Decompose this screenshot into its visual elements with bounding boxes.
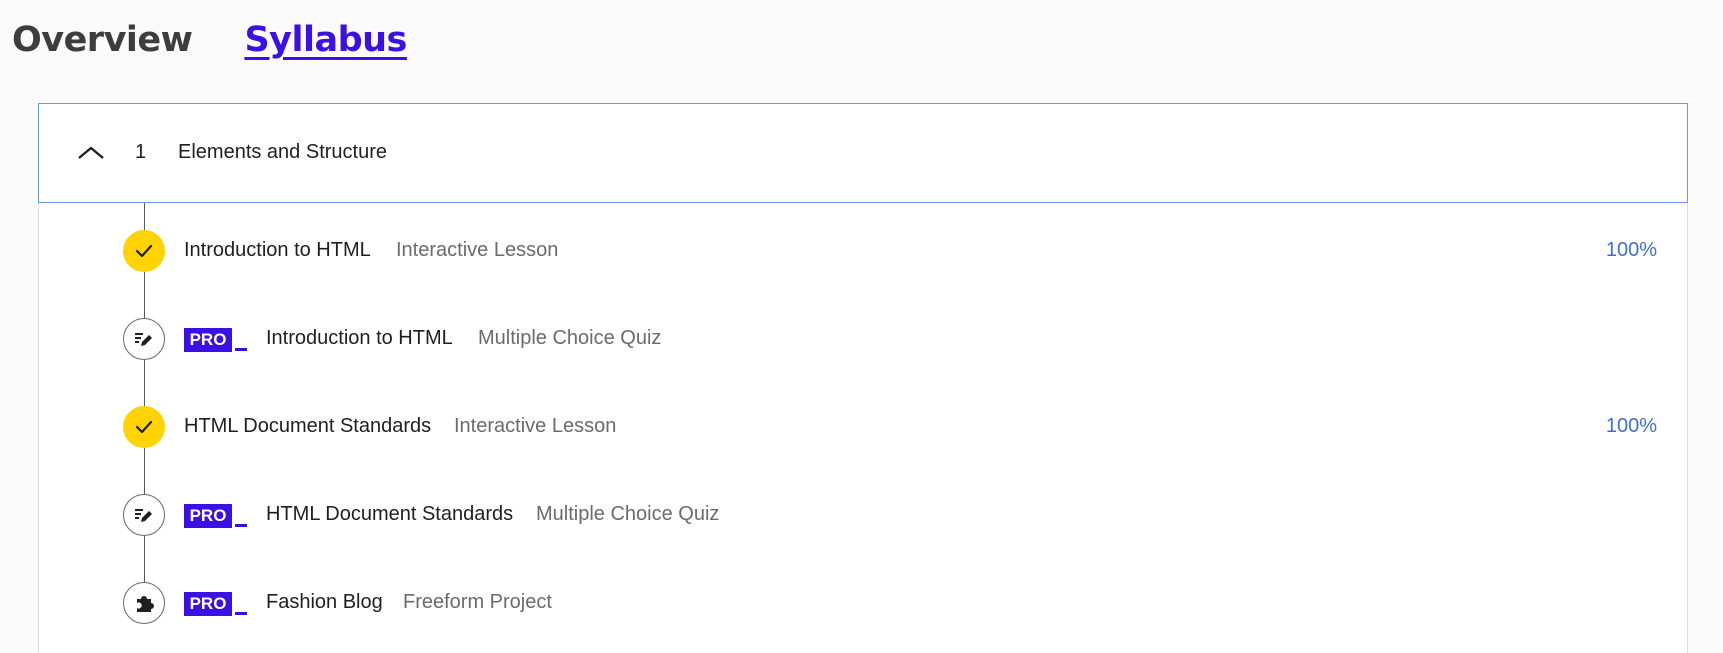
list-item[interactable]: PRO Introduction to HTML Multiple Choice… (0, 318, 1723, 360)
module-title: Elements and Structure (178, 141, 387, 163)
status-quiz (123, 494, 165, 536)
progress-percent: 100% (1605, 239, 1657, 261)
module-number: 1 (135, 141, 147, 163)
item-title[interactable]: HTML Document Standards (184, 415, 431, 438)
puzzle-piece-icon (137, 596, 154, 612)
list-item[interactable]: Introduction to HTML Interactive Lesson … (0, 230, 1723, 272)
pro-badge: PRO (184, 504, 232, 528)
pencil-list-icon (135, 509, 152, 522)
status-quiz (123, 318, 165, 360)
item-title[interactable]: Introduction to HTML (184, 239, 371, 262)
item-title[interactable]: Fashion Blog (266, 591, 383, 614)
tab-syllabus[interactable]: Syllabus (244, 14, 407, 66)
checkmark-icon (135, 244, 153, 258)
list-item[interactable]: HTML Document Standards Interactive Less… (0, 406, 1723, 448)
pencil-list-icon (135, 333, 152, 346)
item-type: Multiple Choice Quiz (536, 503, 720, 525)
pro-underscore (235, 612, 247, 615)
list-item[interactable]: PRO Fashion Blog Freeform Project (0, 582, 1723, 624)
checkmark-icon (135, 420, 153, 434)
status-project (123, 582, 165, 624)
progress-percent: 100% (1605, 415, 1657, 437)
item-type: Multiple Choice Quiz (478, 327, 662, 349)
syllabus-tabs: Overview Syllabus (12, 14, 407, 66)
module-header[interactable]: 1 Elements and Structure (38, 103, 1688, 203)
status-complete (123, 406, 165, 448)
item-type: Freeform Project (403, 591, 552, 613)
chevron-up-icon[interactable] (75, 140, 107, 164)
pro-underscore (235, 348, 247, 351)
item-type: Interactive Lesson (454, 415, 617, 437)
pro-badge: PRO (184, 328, 232, 352)
pro-badge: PRO (184, 592, 232, 616)
pro-underscore (235, 524, 247, 527)
tab-overview[interactable]: Overview (12, 14, 193, 66)
item-title[interactable]: HTML Document Standards (266, 503, 513, 526)
list-item[interactable]: PRO HTML Document Standards Multiple Cho… (0, 494, 1723, 536)
status-complete (123, 230, 165, 272)
item-type: Interactive Lesson (396, 239, 559, 261)
item-title[interactable]: Introduction to HTML (266, 327, 453, 350)
